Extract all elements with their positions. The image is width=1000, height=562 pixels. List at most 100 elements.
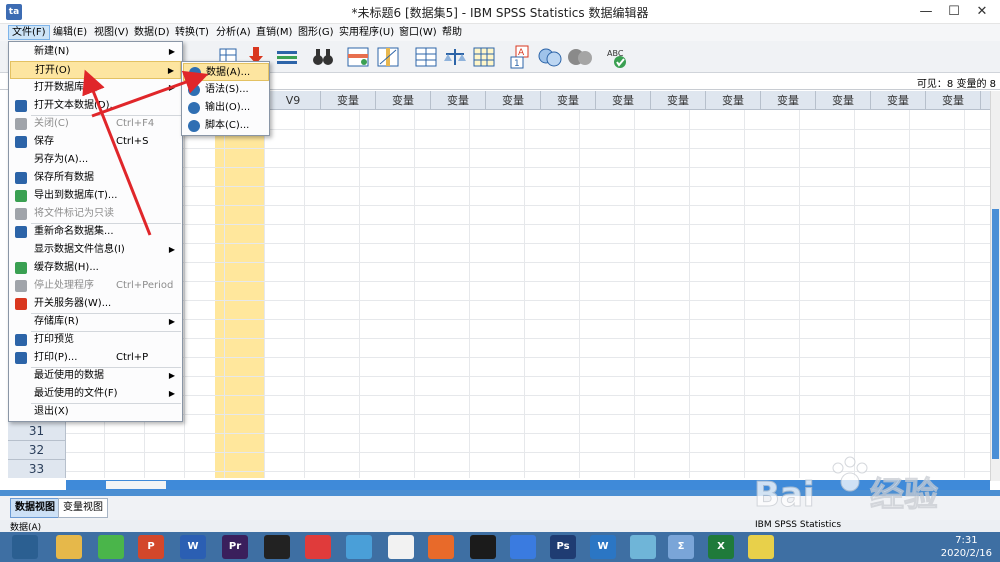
system-tray-clock[interactable]: 7:31 2020/2/16 — [941, 534, 992, 560]
file-menu-item[interactable]: 停止处理程序 Ctrl+Period — [10, 277, 181, 295]
file-menu-item[interactable]: 重新命名数据集... — [10, 223, 181, 241]
horizontal-scroll-thumb[interactable] — [106, 481, 166, 489]
file-menu-item-shortcut: Ctrl+F4 — [116, 118, 155, 129]
column-header[interactable]: 变量 — [706, 91, 761, 110]
close-icon[interactable]: ✕ — [968, 2, 996, 22]
clock-date: 2020/2/16 — [940, 548, 992, 559]
spell-check-icon[interactable]: ABC — [605, 45, 631, 69]
value-labels-icon[interactable]: A1 — [508, 45, 534, 69]
wps-writer-icon[interactable]: W — [590, 535, 616, 559]
file-menu-item[interactable]: 关闭(C) Ctrl+F4 — [10, 115, 181, 133]
insert-variable-icon[interactable] — [375, 45, 401, 69]
file-explorer-icon[interactable] — [56, 535, 82, 559]
menu-transform[interactable]: 转换(T) — [172, 25, 212, 40]
column-header[interactable]: 变量 — [321, 91, 376, 110]
open-submenu-item[interactable]: 数据(A)... — [183, 63, 269, 81]
file-menu-item[interactable]: 打印预览 — [10, 331, 181, 349]
column-header[interactable]: 变量 — [651, 91, 706, 110]
vertical-scrollbar[interactable] — [990, 91, 1000, 481]
menu-help[interactable]: 帮助 — [439, 25, 465, 40]
menu-utilities[interactable]: 实用程序(U) — [336, 25, 397, 40]
feishu-icon[interactable] — [510, 535, 536, 559]
find-binoculars-icon[interactable] — [310, 45, 336, 69]
chrome-icon[interactable] — [388, 535, 414, 559]
split-file-icon[interactable] — [413, 45, 439, 69]
variables-icon[interactable] — [274, 45, 300, 69]
file-menu-item[interactable]: 开关服务器(W)... — [10, 295, 181, 313]
file-menu-item[interactable]: 导出到数据库(T)... — [10, 187, 181, 205]
minimize-icon[interactable]: — — [912, 2, 940, 22]
menu-bar: 文件(F) 编辑(E) 视图(V) 数据(D) 转换(T) 分析(A) 直销(M… — [0, 24, 1000, 41]
column-header[interactable]: 变量 — [486, 91, 541, 110]
file-menu-item[interactable]: 最近使用的数据 ▶ — [10, 367, 181, 385]
excel-icon[interactable]: X — [708, 535, 734, 559]
file-menu-item[interactable]: 缓存数据(H)... — [10, 259, 181, 277]
clipboard-icon[interactable] — [748, 535, 774, 559]
column-header[interactable]: 变量 — [431, 91, 486, 110]
file-menu-item[interactable]: 打开(O) ▶ — [10, 61, 181, 79]
menu-view[interactable]: 视图(V) — [91, 25, 132, 40]
notes-icon[interactable] — [630, 535, 656, 559]
menu-direct-marketing[interactable]: 直销(M) — [253, 25, 295, 40]
maximize-icon[interactable]: ☐ — [940, 2, 968, 22]
file-menu-item[interactable]: 另存为(A)... — [10, 151, 181, 169]
file-menu-item[interactable]: 将文件标记为只读 — [10, 205, 181, 223]
open-submenu-item[interactable]: 脚本(C)... — [183, 117, 269, 135]
tab-data-view[interactable]: 数据视图 — [10, 498, 60, 518]
file-menu-item[interactable]: 新建(N) ▶ — [10, 43, 181, 61]
start-icon[interactable] — [12, 535, 38, 559]
select-cases-icon[interactable] — [471, 45, 497, 69]
row-header[interactable]: 31 — [8, 422, 66, 441]
file-menu-item[interactable]: 存储库(R) ▶ — [10, 313, 181, 331]
open-submenu-item[interactable]: 语法(S)... — [183, 81, 269, 99]
horizontal-scrollbar[interactable] — [66, 480, 990, 490]
insert-cases-icon[interactable] — [345, 45, 371, 69]
menu-window[interactable]: 窗口(W) — [396, 25, 440, 40]
script-icon — [188, 120, 200, 132]
menu-file[interactable]: 文件(F) — [8, 25, 50, 40]
menu-analyze[interactable]: 分析(A) — [213, 25, 254, 40]
submenu-arrow-icon: ▶ — [168, 47, 175, 56]
file-menu-item[interactable]: 退出(X) — [10, 403, 181, 421]
weight-cases-icon[interactable] — [442, 45, 468, 69]
open-submenu-item[interactable]: 输出(O)... — [183, 99, 269, 117]
premiere-icon[interactable]: Pr — [222, 535, 248, 559]
wechat-icon[interactable] — [98, 535, 124, 559]
column-header[interactable]: 变量 — [541, 91, 596, 110]
column-header[interactable]: V9 — [266, 91, 321, 110]
menu-edit[interactable]: 编辑(E) — [50, 25, 90, 40]
column-header[interactable]: 变量 — [871, 91, 926, 110]
powerpoint-icon[interactable]: P — [138, 535, 164, 559]
visible-variables-text: 可见：8 变量的 8 — [916, 79, 996, 90]
column-header[interactable]: 变量 — [816, 91, 871, 110]
spss-sigma-icon[interactable]: Σ — [668, 535, 694, 559]
tab-variable-view[interactable]: 变量视图 — [58, 498, 108, 518]
word-icon[interactable]: W — [180, 535, 206, 559]
menu-graphs[interactable]: 图形(G) — [295, 25, 337, 40]
qq-icon[interactable] — [470, 535, 496, 559]
file-menu-item[interactable]: 最近使用的文件(F) ▶ — [10, 385, 181, 403]
column-header[interactable]: 变量 — [926, 91, 981, 110]
file-menu-item[interactable]: 显示数据文件信息(I) ▶ — [10, 241, 181, 259]
photoshop-icon[interactable]: Ps — [550, 535, 576, 559]
vertical-scroll-thumb[interactable] — [992, 209, 999, 459]
menu-data[interactable]: 数据(D) — [131, 25, 173, 40]
file-menu-item[interactable]: 保存所有数据 — [10, 169, 181, 187]
file-menu-item[interactable]: 保存 Ctrl+S — [10, 133, 181, 151]
file-menu-item[interactable]: 打印(P)... Ctrl+P — [10, 349, 181, 367]
video-editor-icon[interactable] — [264, 535, 290, 559]
file-menu-item[interactable]: 打开数据库(B) ▶ — [10, 79, 181, 97]
show-sets-icon[interactable] — [567, 45, 593, 69]
wps-icon[interactable] — [305, 535, 331, 559]
row-header[interactable]: 32 — [8, 441, 66, 460]
use-sets-icon[interactable] — [537, 45, 563, 69]
submenu-arrow-icon: ▶ — [168, 245, 175, 254]
column-header[interactable]: 变量 — [761, 91, 816, 110]
grid-line — [359, 110, 360, 478]
foxmail-icon[interactable] — [428, 535, 454, 559]
file-menu-item[interactable]: 打开文本数据(D)... — [10, 97, 181, 115]
column-header[interactable]: 变量 — [376, 91, 431, 110]
qq-browser-icon[interactable] — [346, 535, 372, 559]
row-header[interactable]: 33 — [8, 460, 66, 478]
column-header[interactable]: 变量 — [596, 91, 651, 110]
